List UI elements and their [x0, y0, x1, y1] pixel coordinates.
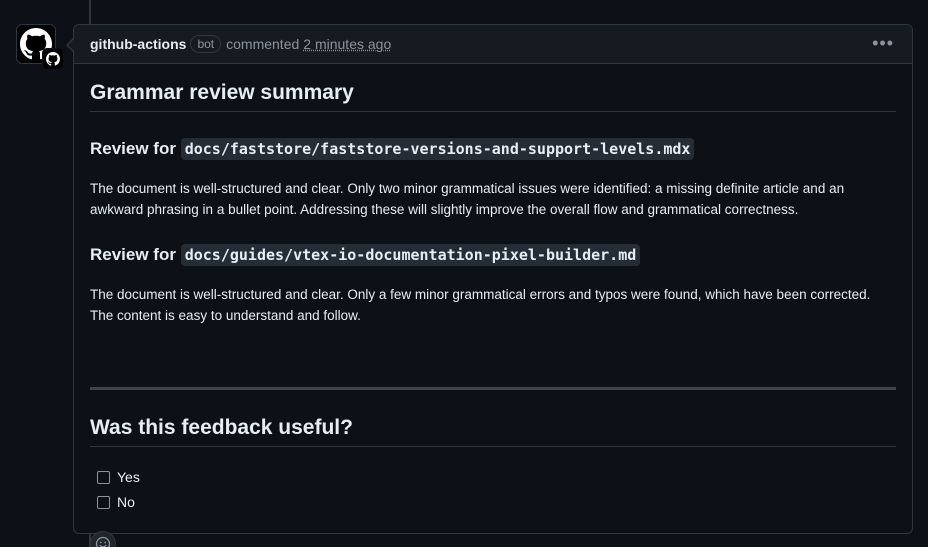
task-label: No — [117, 494, 135, 510]
review-heading: Review for docs/faststore/faststore-vers… — [90, 138, 695, 160]
divider — [90, 387, 896, 390]
bot-label: bot — [190, 35, 222, 53]
no-checkbox[interactable] — [97, 495, 110, 509]
action-text: commented — [226, 36, 300, 52]
feedback-heading: Was this feedback useful? — [90, 416, 896, 447]
summary-heading: Grammar review summary — [90, 81, 896, 112]
review-prefix: Review for — [90, 245, 176, 264]
task-item-no: No — [97, 494, 135, 510]
comment-header: github-actions bot commented 2 minutes a… — [74, 25, 912, 64]
timestamp-link[interactable]: 2 minutes ago — [303, 36, 391, 52]
review-prefix: Review for — [90, 139, 176, 158]
app-badge — [42, 48, 64, 70]
review-text: The document is well-structured and clea… — [90, 181, 845, 217]
smiley-icon — [95, 536, 111, 547]
task-item-yes: Yes — [97, 469, 140, 485]
add-reaction-button[interactable] — [90, 531, 116, 547]
file-path: docs/guides/vtex-io-documentation-pixel-… — [180, 244, 641, 266]
github-logo-icon — [46, 52, 60, 66]
comment-box: github-actions bot commented 2 minutes a… — [66, 24, 913, 547]
review-heading: Review for docs/guides/vtex-io-documenta… — [90, 244, 641, 266]
kebab-horizontal-icon[interactable]: ••• — [872, 34, 894, 52]
yes-checkbox[interactable] — [97, 470, 110, 484]
review-text: The document is well-structured and clea… — [90, 287, 871, 323]
file-path: docs/faststore/faststore-versions-and-su… — [180, 138, 695, 160]
task-label: Yes — [117, 469, 140, 485]
author-link[interactable]: github-actions — [90, 36, 186, 52]
